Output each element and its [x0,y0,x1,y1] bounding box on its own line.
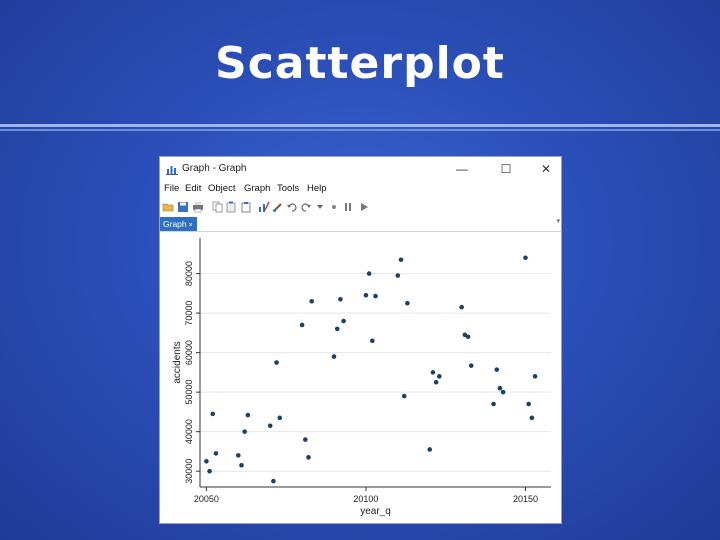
data-point [395,273,401,278]
data-point [363,293,369,298]
bar-chart-icon [166,166,178,175]
data-point [529,415,535,421]
menu-edit[interactable]: Edit [185,183,201,194]
print-icon[interactable] [192,201,204,213]
menu-bar: File Edit Object Graph Tools Help [160,183,561,197]
maximize-button[interactable]: ☐ [491,157,521,181]
title-divider-secondary [0,129,720,131]
y-tick-label: 80000 [184,261,194,286]
pointer-icon[interactable] [314,201,326,213]
tab-list-icon[interactable]: ▾ [556,217,560,225]
data-point [398,257,404,263]
data-point [401,393,407,399]
y-tick-label: 30000 [184,459,194,484]
menu-tools[interactable]: Tools [277,183,299,194]
data-point [523,255,528,261]
data-point [274,360,279,365]
plot-area: 30000 40000 50000 60000 70000 80000 20050 20100… [160,232,561,523]
window-title: Graph - Graph [182,163,247,174]
menu-graph[interactable]: Graph [244,183,270,194]
undo-icon[interactable] [286,201,298,213]
data-point [267,423,273,429]
data-point [309,298,314,304]
close-button[interactable]: ✕ [531,157,561,181]
y-tick-label: 60000 [184,340,194,365]
data-point [303,437,308,442]
x-axis-label: year_q [360,506,391,517]
toolbar [160,199,561,217]
data-point [271,478,276,484]
x-tick-label: 20100 [353,494,378,504]
data-point [437,374,442,379]
data-point [532,374,538,379]
scatter-chart: 30000 40000 50000 60000 70000 80000 20050 20100… [172,238,551,517]
brush-icon[interactable] [272,201,284,213]
data-point [494,367,500,372]
data-point [306,455,311,460]
y-tick-label: 40000 [184,419,194,444]
save-icon[interactable] [177,201,189,213]
data-point [370,338,375,344]
redo-icon[interactable] [300,201,312,213]
data-point [373,293,378,299]
data-point [433,379,439,385]
chart-editor-icon[interactable] [258,201,270,213]
data-point [239,462,244,468]
data-point [366,271,372,276]
y-tick-label: 70000 [184,301,194,326]
copy-special-icon[interactable] [226,201,238,213]
title-divider [0,124,720,127]
data-point [338,296,343,302]
data-point [526,401,531,407]
data-point [213,451,219,456]
data-point [459,304,464,310]
tab-strip: Graph × ▾ [160,217,561,232]
data-point [430,370,436,375]
data-point [341,318,346,324]
window-titlebar[interactable]: Graph - Graph — ☐ ✕ [160,157,561,181]
graph-window: Graph - Graph — ☐ ✕ File Edit Object Gra… [159,156,562,524]
y-tick-label: 50000 [184,380,194,405]
play-icon[interactable] [358,201,370,213]
data-point [207,468,212,474]
data-point [299,322,305,328]
data-point [242,429,247,434]
data-point [405,300,410,306]
y-axis-label: accidents [172,341,183,383]
data-point [204,459,209,464]
copy-icon[interactable] [212,201,224,213]
data-point [245,412,251,418]
data-point [235,453,241,458]
data-point [334,326,340,332]
data-point [465,334,471,340]
tab-close-icon[interactable]: × [189,219,193,233]
data-point [491,401,496,407]
menu-file[interactable]: File [164,183,179,194]
open-icon[interactable] [162,201,174,213]
record-icon[interactable] [328,201,340,213]
minimize-button[interactable]: — [447,157,477,181]
x-tick-label: 20050 [194,494,219,504]
slide-title: Scatterplot [215,38,505,89]
pause-icon[interactable] [342,201,354,213]
data-point [468,363,474,368]
x-tick-label: 20150 [513,494,538,504]
data-point [500,389,506,395]
tab-graph[interactable]: Graph × [160,217,197,231]
data-point [210,411,216,417]
data-point [497,385,503,391]
paste-icon[interactable] [240,201,252,213]
menu-object[interactable]: Object [208,183,235,194]
data-point [427,447,433,452]
menu-help[interactable]: Help [307,183,327,194]
tab-graph-label: Graph [163,219,187,229]
data-point [277,415,283,421]
data-point [331,354,337,359]
